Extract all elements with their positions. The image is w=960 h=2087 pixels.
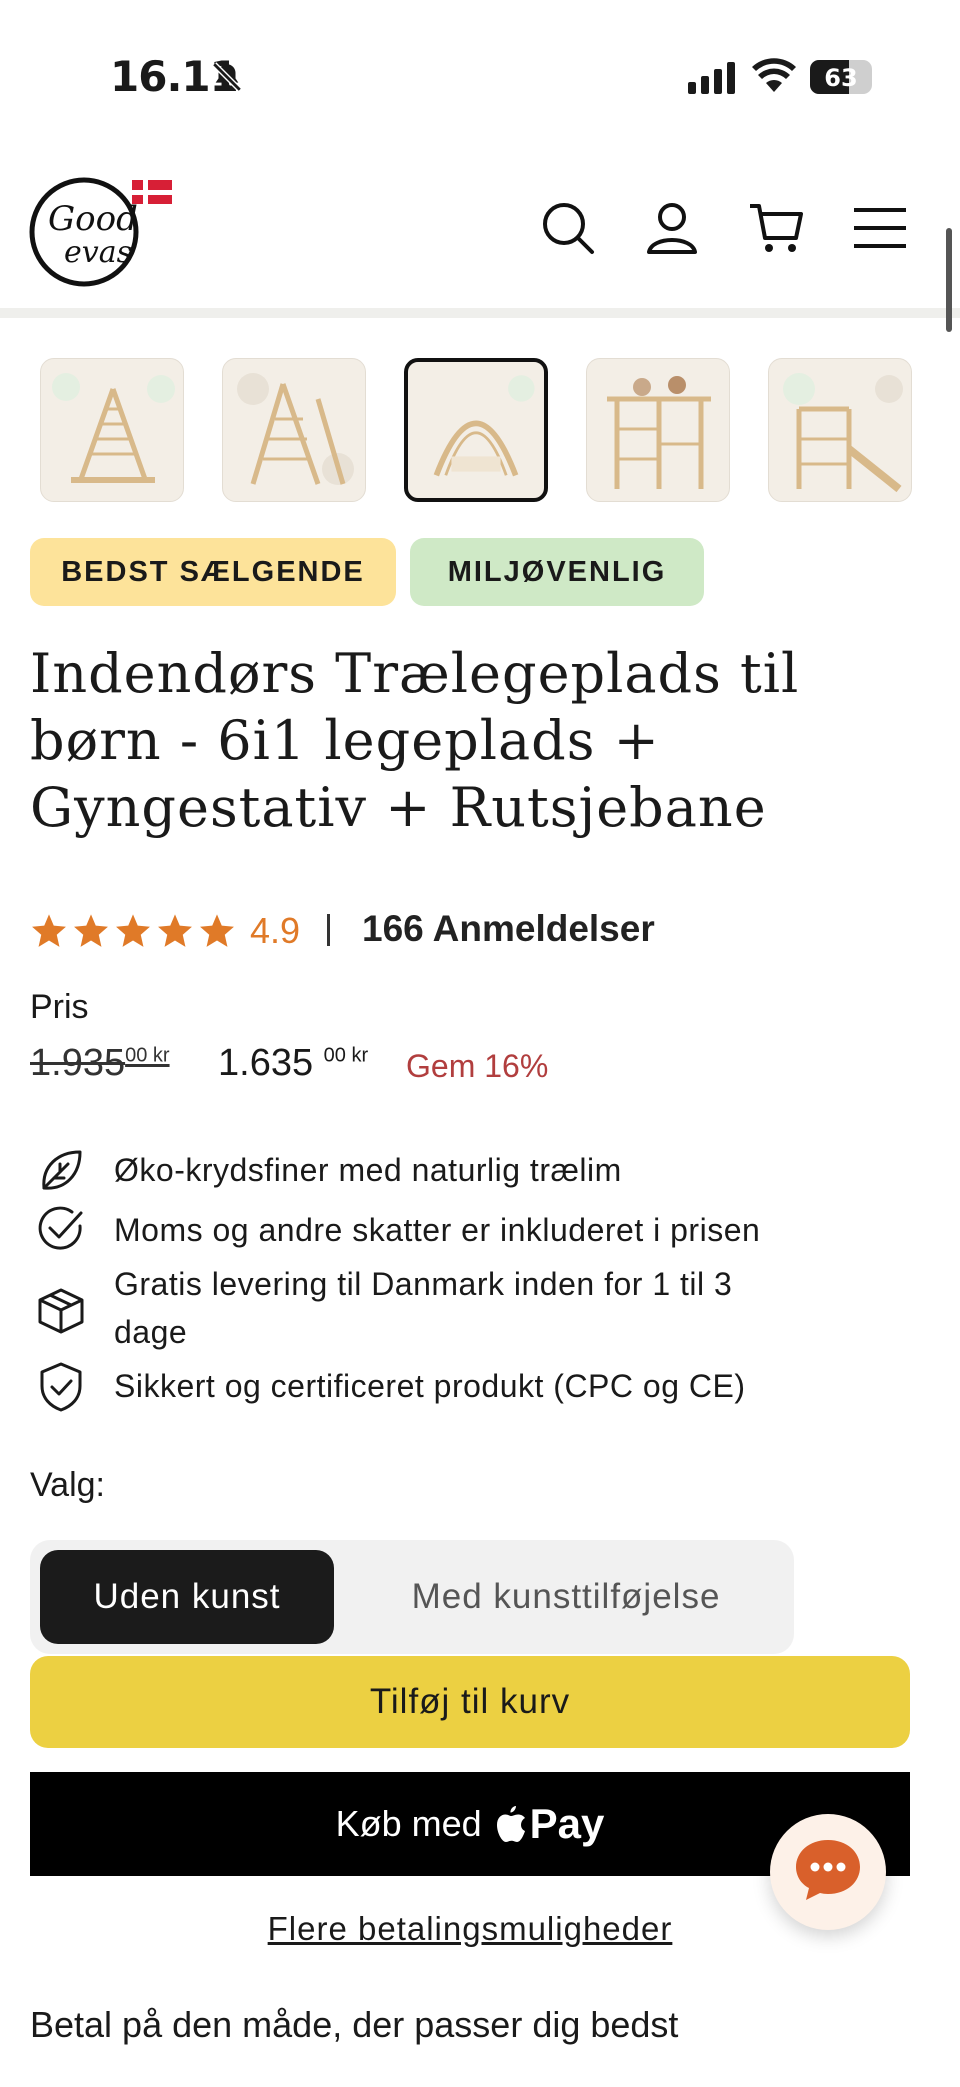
check-circle-icon — [38, 1206, 83, 1250]
star-icon — [116, 914, 150, 947]
brand-logo[interactable]: Good evas — [28, 170, 178, 290]
add-to-cart-button[interactable]: Tilføj til kurv — [30, 1656, 910, 1748]
old-price-decimals: 00 kr — [125, 1044, 170, 1067]
star-icon — [158, 914, 192, 947]
product-thumbnail-1[interactable] — [40, 358, 184, 502]
logo-word-1: Good — [48, 199, 138, 239]
battery-indicator: 63 — [810, 60, 872, 94]
feature-certified: Sikkert og certificeret produkt (CPC og … — [114, 1368, 746, 1404]
wifi-icon — [752, 58, 796, 92]
star-icon — [32, 914, 66, 947]
header-divider — [0, 308, 960, 318]
apple-logo-icon — [496, 1806, 525, 1842]
current-price-decimals: 00 kr — [323, 1044, 369, 1067]
star-icon — [74, 914, 108, 947]
discount-label: Gem 16% — [406, 1048, 549, 1084]
logo-mark-icon: Good evas — [29, 177, 172, 287]
option-med-kunsttilfoejelse[interactable]: Med kunsttilføjelse — [356, 1550, 776, 1644]
current-price: 1.635 00 kr — [218, 1042, 368, 1085]
battery-percent: 63 — [824, 64, 858, 92]
page-scrollbar[interactable] — [946, 228, 952, 332]
product-thumbnail-3[interactable] — [404, 358, 548, 502]
current-price-main: 1.635 — [218, 1042, 314, 1084]
search-icon[interactable] — [540, 200, 596, 256]
feature-vat-included: Moms og andre skatter er inkluderet i pr… — [114, 1212, 761, 1248]
title-line-3: Gyngestativ + Rutsjebane — [30, 776, 767, 839]
product-thumbnail-4[interactable] — [586, 358, 730, 502]
old-price: 1.93500 kr — [30, 1042, 170, 1085]
title-line-2: børn - 6i1 legeplads + — [30, 709, 660, 772]
more-payment-options-link[interactable]: Flere betalingsmuligheder — [0, 1910, 940, 1948]
cellular-signal-icon — [688, 62, 735, 94]
package-icon — [38, 1288, 84, 1334]
option-uden-kunst[interactable]: Uden kunst — [40, 1550, 334, 1644]
climbing-frame-image — [52, 373, 175, 483]
climbing-arch-image — [433, 375, 535, 477]
rating-value: 4.9 — [250, 910, 301, 951]
menu-icon[interactable] — [852, 200, 908, 256]
playground-slide-image — [783, 373, 903, 493]
playground-kids-image — [607, 376, 711, 489]
apple-pay-word: Pay — [529, 1800, 605, 1847]
shield-check-icon — [40, 1362, 82, 1412]
leaf-icon — [42, 1150, 82, 1190]
title-line-1: Indendørs Trælegeplads til — [30, 642, 800, 705]
eco-badge: MILJØVENLIG — [410, 538, 704, 606]
star-icon — [200, 914, 234, 947]
logo-word-2: evas — [64, 235, 132, 270]
product-thumbnail-5[interactable] — [768, 358, 912, 502]
apple-pay-prefix: Køb med — [335, 1803, 482, 1844]
rating-divider — [327, 914, 330, 946]
feature-free-delivery: Gratis levering til Danmark inden for 1 … — [114, 1260, 914, 1356]
old-price-main: 1.935 — [30, 1042, 126, 1084]
feature-free-delivery-line-1: Gratis levering til Danmark inden for 1 … — [114, 1266, 733, 1302]
feature-free-delivery-line-2: dage — [114, 1314, 188, 1350]
product-title: Indendørs Trælegeplads til børn - 6i1 le… — [30, 640, 910, 841]
options-label: Valg: — [30, 1466, 105, 1504]
account-icon[interactable] — [644, 200, 700, 256]
danish-flag-icon — [132, 180, 172, 204]
price-label: Pris — [30, 988, 89, 1026]
bestseller-badge: BEDST SÆLGENDE — [30, 538, 396, 606]
product-thumbnail-2[interactable] — [222, 358, 366, 502]
climbing-frame-image — [237, 373, 354, 485]
feature-eco-plywood: Øko-krydsfiner med naturlig trælim — [114, 1152, 622, 1188]
reviews-link[interactable]: 166 Anmeldelser — [362, 908, 655, 950]
payment-section-heading: Betal på den måde, der passer dig bedst — [30, 2004, 679, 2045]
chat-bubble-icon — [796, 1840, 860, 1900]
star-rating[interactable] — [30, 912, 240, 952]
cart-icon[interactable] — [748, 200, 804, 256]
bell-muted-icon — [212, 62, 242, 92]
